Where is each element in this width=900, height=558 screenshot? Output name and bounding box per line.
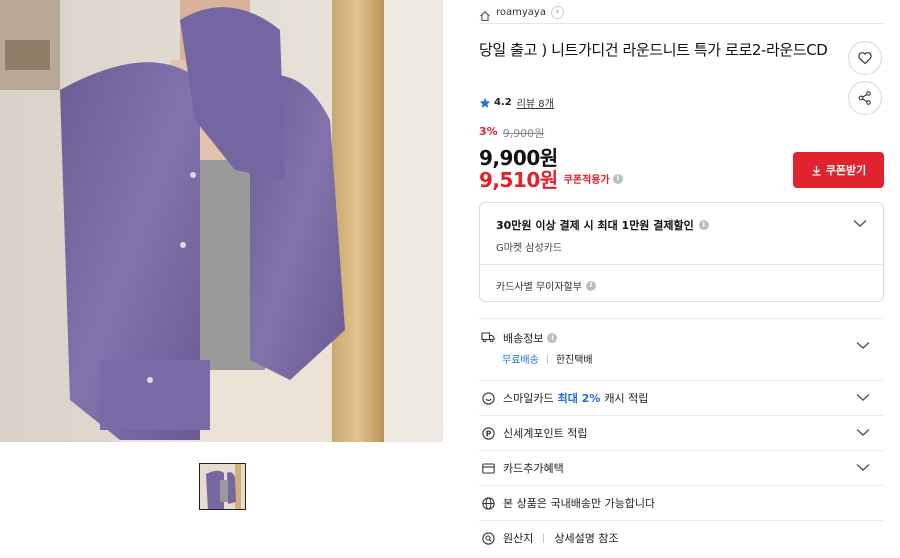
coupon-applied-label[interactable]: 쿠폰적용가 i [564,171,623,186]
origin-text: 원산지 상세설명 참조 [503,530,619,546]
shinsegae-point-label: 신세계포인트 적립 [503,427,588,440]
separator [546,353,548,364]
chevron-down-icon[interactable] [856,463,870,472]
domestic-shipping-label: 본 상품은 국내배송만 가능합니다 [503,497,656,510]
coupon-applied-text: 쿠폰적용가 [563,175,610,186]
credit-card-icon [481,461,495,475]
origin-label: 원산지 [503,532,534,545]
thumbnail-photo [200,464,245,509]
shipping-label: 배송정보 [503,332,544,345]
original-price: 9,900원 [502,127,545,140]
card-promo-title: 30만원 이상 결제 시 최대 1만원 결제할인 [496,219,694,232]
coupon-price-row: 9,510원 쿠폰적용가 i [479,164,623,193]
card-promo-title-row[interactable]: 30만원 이상 결제 시 최대 1만원 결제할인 i [496,217,709,233]
chevron-down-icon[interactable] [853,219,867,228]
free-shipping: 무료배송 [502,355,539,366]
shipping-details: 무료배송 한진택배 [502,351,593,366]
review-count-link[interactable]: 리뷰 8개 [517,95,554,110]
star-icon [479,97,491,108]
origin-value: 상세설명 참조 [554,532,619,545]
info-icon[interactable]: i [547,333,558,343]
product-title: 당일 출고 ) 니트가디건 라운드니트 특가 로로2-라운드CD [479,41,828,59]
card-promotion-box[interactable]: 30만원 이상 결제 시 최대 1만원 결제할인 i G마켓 삼성카드 카드사별… [479,202,884,302]
chevron-down-icon[interactable] [856,428,870,437]
info-icon[interactable]: i [698,220,709,230]
origin-row: 원산지 상세설명 참조 [479,520,884,555]
carrier-name: 한진택배 [555,355,593,366]
chevron-down-icon[interactable] [856,393,870,402]
get-coupon-button[interactable]: 쿠폰받기 [793,152,884,188]
card-promo-subtitle: G마켓 삼성카드 [496,243,563,254]
get-coupon-label: 쿠폰받기 [825,164,867,177]
divider [480,264,883,265]
rating-score: 4.2 [494,97,512,108]
rating-row[interactable]: 4.2 리뷰 8개 [479,95,554,110]
smile-card-row[interactable]: 스마일카드 최대 2% 캐시 적립 [479,380,884,415]
card-benefit-row[interactable]: 카드추가혜택 [479,450,884,485]
shipping-info-row[interactable]: 배송정보 i 무료배송 한진택배 [479,318,884,380]
magnifier-icon [481,531,495,545]
share-button[interactable] [848,81,882,115]
heart-icon [858,52,872,65]
wishlist-button[interactable] [848,41,882,75]
home-icon [479,7,491,21]
svg-text:P: P [485,429,491,438]
card-benefit-label: 카드추가혜택 [503,462,564,475]
smile-card-prefix: 스마일카드 [503,392,554,405]
point-icon: P [481,426,495,440]
chevron-down-icon[interactable] [856,341,870,350]
share-icon [858,91,871,105]
globe-icon [481,496,495,510]
info-icon[interactable]: i [585,280,596,291]
coupon-price: 9,510원 [479,168,558,192]
domestic-shipping-row: 본 상품은 국내배송만 가능합니다 [479,485,884,520]
smile-card-highlight: 최대 2% [557,392,601,405]
seller-row[interactable]: roamyaya › [479,2,884,24]
download-icon [812,165,821,176]
discount-rate: 3% [479,125,498,138]
installment-label: 카드사별 무이자할부 [496,282,582,293]
product-photo [0,0,443,442]
chevron-right-icon[interactable]: › [550,6,564,19]
smile-icon [481,391,495,405]
truck-icon [481,330,495,344]
seller-name[interactable]: roamyaya [496,7,546,18]
installment-row[interactable]: 카드사별 무이자할부 i [496,278,596,293]
smile-card-suffix: 캐시 적립 [604,392,649,405]
info-icon[interactable]: i [612,173,623,184]
smile-card-text: 스마일카드 최대 2% 캐시 적립 [503,390,648,406]
product-main-image[interactable] [0,0,443,442]
product-thumbnail[interactable] [199,463,246,510]
shinsegae-point-row[interactable]: P 신세계포인트 적립 [479,415,884,450]
separator [543,533,545,543]
discount-row: 3% 9,900원 [479,125,544,141]
shipping-label-row: 배송정보 i [503,330,558,346]
